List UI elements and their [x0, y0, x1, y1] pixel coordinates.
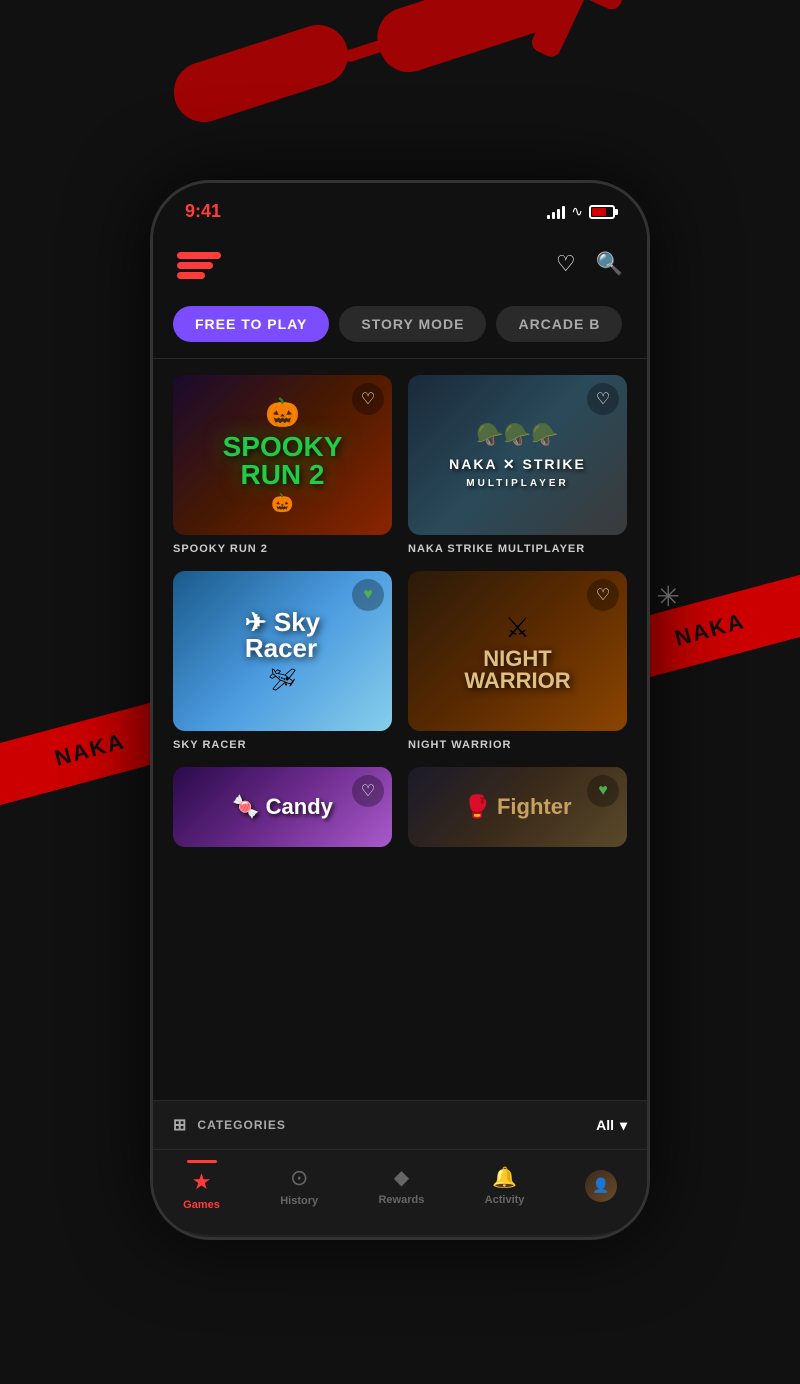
- favorite-button-naka[interactable]: ♡: [587, 383, 619, 415]
- game-card-candy[interactable]: 🍬 Candy ♡: [173, 767, 392, 847]
- games-grid: 🎃 SPOOKYRUN 2 🎃 ♡ SPOOKY RUN 2 🪖�: [153, 375, 647, 847]
- nav-item-history[interactable]: ⊙ History: [280, 1165, 318, 1207]
- games-scroll: 🎃 SPOOKYRUN 2 🎃 ♡ SPOOKY RUN 2 🪖�: [153, 375, 647, 1088]
- wishlist-button[interactable]: ♡: [556, 251, 576, 277]
- filter-value: All: [596, 1117, 614, 1133]
- game-card-spooky-run-2[interactable]: 🎃 SPOOKYRUN 2 🎃 ♡ SPOOKY RUN 2: [173, 375, 392, 555]
- divider: [153, 358, 647, 359]
- tab-free-to-play[interactable]: FREE TO PLAY: [173, 306, 329, 342]
- rewards-nav-icon: ◆: [394, 1165, 409, 1190]
- profile-avatar: 👤: [585, 1170, 617, 1202]
- game-name-sky: SKY RACER: [173, 739, 392, 751]
- scene: NAKA NAKA ✳ 9:41 ∿: [0, 0, 800, 1384]
- bottom-nav: ★ Games ⊙ History ◆ Rewards 🔔 Activity: [153, 1149, 647, 1231]
- games-nav-label: Games: [183, 1199, 220, 1211]
- nav-item-games[interactable]: ★ Games: [183, 1160, 220, 1211]
- favorite-button-fighter[interactable]: ♥: [587, 775, 619, 807]
- chevron-down-icon: ▾: [620, 1117, 627, 1134]
- nav-item-activity[interactable]: 🔔 Activity: [485, 1165, 525, 1206]
- game-card-fighter[interactable]: 🥊 Fighter ♥: [408, 767, 627, 847]
- categories-left: ⊞ CATEGORIES: [173, 1115, 286, 1135]
- game-thumb-fighter: 🥊 Fighter ♥: [408, 767, 627, 847]
- battery-icon: [589, 205, 615, 219]
- avatar-icon: 👤: [592, 1177, 609, 1194]
- app-header: ♡ 🔍: [153, 232, 647, 296]
- game-card-night-warrior[interactable]: ⚔ NIGHTWARRIOR ♡ NIGHT WARRIOR: [408, 571, 627, 751]
- nav-item-profile[interactable]: 👤: [585, 1170, 617, 1202]
- favorite-button-sky[interactable]: ♥: [352, 579, 384, 611]
- wifi-icon: ∿: [571, 203, 583, 220]
- categories-bar: ⊞ CATEGORIES All ▾: [153, 1100, 647, 1149]
- game-thumb-naka: 🪖🪖🪖 NAKA ✕ STRIKEMULTIPLAYER ♡: [408, 375, 627, 535]
- logo-svg: [177, 248, 249, 280]
- search-button[interactable]: 🔍: [596, 251, 623, 277]
- activity-nav-label: Activity: [485, 1194, 525, 1206]
- status-icons: ∿: [547, 203, 615, 220]
- categories-label: CATEGORIES: [197, 1118, 285, 1132]
- history-nav-icon: ⊙: [290, 1165, 308, 1191]
- status-bar: 9:41 ∿: [153, 183, 647, 232]
- tab-story-mode[interactable]: STORY MODE: [339, 306, 486, 342]
- app-content: ♡ 🔍 FREE TO PLAY STORY MODE ARCADE B: [153, 232, 647, 1231]
- game-name-spooky: SPOOKY RUN 2: [173, 543, 392, 555]
- history-nav-label: History: [280, 1195, 318, 1207]
- category-tabs: FREE TO PLAY STORY MODE ARCADE B: [153, 296, 647, 358]
- grid-icon: ⊞: [173, 1115, 187, 1135]
- game-thumb-spooky: 🎃 SPOOKYRUN 2 🎃 ♡: [173, 375, 392, 535]
- header-actions: ♡ 🔍: [556, 251, 623, 277]
- signal-icon: [547, 205, 565, 219]
- game-card-sky-racer[interactable]: ✈ SkyRacer 🛩 ♥ SKY RACER: [173, 571, 392, 751]
- game-card-naka-strike[interactable]: 🪖🪖🪖 NAKA ✕ STRIKEMULTIPLAYER ♡ NAKA STRI…: [408, 375, 627, 555]
- game-name-naka: NAKA STRIKE MULTIPLAYER: [408, 543, 627, 555]
- categories-filter[interactable]: All ▾: [596, 1117, 627, 1134]
- game-thumb-sky: ✈ SkyRacer 🛩 ♥: [173, 571, 392, 731]
- tab-arcade[interactable]: ARCADE B: [496, 306, 622, 342]
- game-thumb-night: ⚔ NIGHTWARRIOR ♡: [408, 571, 627, 731]
- favorite-button-candy[interactable]: ♡: [352, 775, 384, 807]
- status-time: 9:41: [185, 201, 221, 222]
- phone-frame: 9:41 ∿: [150, 180, 650, 1240]
- app-logo: [177, 248, 249, 280]
- game-thumb-candy: 🍬 Candy ♡: [173, 767, 392, 847]
- rewards-nav-label: Rewards: [378, 1194, 424, 1206]
- games-nav-icon: ★: [192, 1169, 212, 1195]
- favorite-button-spooky[interactable]: ♡: [352, 383, 384, 415]
- favorite-button-night[interactable]: ♡: [587, 579, 619, 611]
- game-name-night: NIGHT WARRIOR: [408, 739, 627, 751]
- star-decoration: ✳: [657, 580, 680, 613]
- nav-item-rewards[interactable]: ◆ Rewards: [378, 1165, 424, 1206]
- activity-nav-icon: 🔔: [492, 1165, 517, 1190]
